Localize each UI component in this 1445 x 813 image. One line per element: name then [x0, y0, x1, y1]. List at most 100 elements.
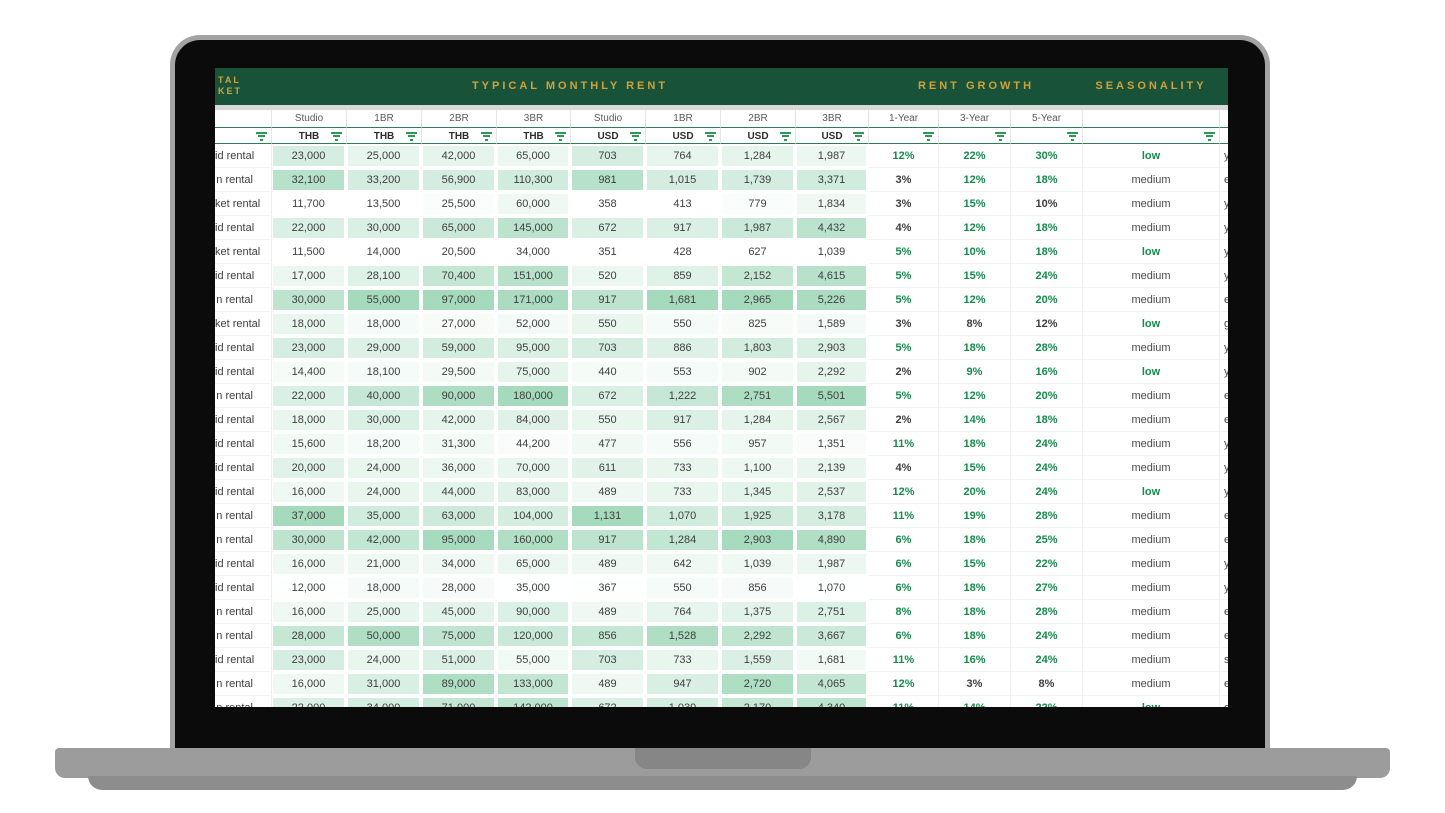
- filter-funnel-icon[interactable]: [923, 132, 934, 141]
- growth-value-cell[interactable]: 3%: [869, 168, 939, 192]
- growth-value-cell[interactable]: 20%: [1011, 288, 1083, 312]
- rent-value-cell[interactable]: 981: [571, 168, 646, 192]
- rent-value-cell[interactable]: 18,000: [347, 576, 422, 600]
- row-label-cell[interactable]: ket rental: [215, 312, 272, 336]
- growth-value-cell[interactable]: 11%: [869, 648, 939, 672]
- rent-value-cell[interactable]: 553: [646, 360, 721, 384]
- rent-value-cell[interactable]: 28,100: [347, 264, 422, 288]
- rent-value-cell[interactable]: 428: [646, 240, 721, 264]
- growth-value-cell[interactable]: 18%: [939, 528, 1011, 552]
- rent-value-cell[interactable]: 97,000: [422, 288, 497, 312]
- rent-value-cell[interactable]: 95,000: [497, 336, 571, 360]
- rent-value-cell[interactable]: 902: [721, 360, 796, 384]
- rent-value-cell[interactable]: 1,739: [721, 168, 796, 192]
- row-label-cell[interactable]: n rental: [215, 528, 272, 552]
- rent-value-cell[interactable]: 16,000: [272, 480, 347, 504]
- seasonality-cell[interactable]: medium: [1083, 192, 1220, 216]
- seasonality-cell[interactable]: medium: [1083, 216, 1220, 240]
- rent-value-cell[interactable]: 30,000: [272, 288, 347, 312]
- column-header-cell[interactable]: 3-Year: [939, 110, 1011, 127]
- clipped-column-cell[interactable]: e: [1220, 624, 1228, 648]
- rent-value-cell[interactable]: 83,000: [497, 480, 571, 504]
- row-label-cell[interactable]: id rental: [215, 216, 272, 240]
- row-label-cell[interactable]: ket rental: [215, 192, 272, 216]
- rent-value-cell[interactable]: 703: [571, 144, 646, 168]
- growth-value-cell[interactable]: 11%: [869, 504, 939, 528]
- rent-value-cell[interactable]: 642: [646, 552, 721, 576]
- rent-value-cell[interactable]: 358: [571, 192, 646, 216]
- currency-header-cell[interactable]: THB: [347, 127, 422, 144]
- rent-value-cell[interactable]: 856: [571, 624, 646, 648]
- rent-value-cell[interactable]: 44,200: [497, 432, 571, 456]
- rent-value-cell[interactable]: 28,000: [272, 624, 347, 648]
- rent-value-cell[interactable]: 1,987: [796, 552, 869, 576]
- rent-value-cell[interactable]: 1,351: [796, 432, 869, 456]
- rent-value-cell[interactable]: 33,200: [347, 168, 422, 192]
- growth-value-cell[interactable]: 9%: [939, 360, 1011, 384]
- rent-value-cell[interactable]: 18,100: [347, 360, 422, 384]
- rent-value-cell[interactable]: 550: [646, 312, 721, 336]
- rent-value-cell[interactable]: 3,371: [796, 168, 869, 192]
- rent-value-cell[interactable]: 4,432: [796, 216, 869, 240]
- rent-value-cell[interactable]: 31,000: [347, 672, 422, 696]
- filter-funnel-icon[interactable]: [1067, 132, 1078, 141]
- rent-value-cell[interactable]: 1,528: [646, 624, 721, 648]
- growth-value-cell[interactable]: 4%: [869, 216, 939, 240]
- rent-value-cell[interactable]: 825: [721, 312, 796, 336]
- rent-value-cell[interactable]: 63,000: [422, 504, 497, 528]
- rent-value-cell[interactable]: 2,903: [721, 528, 796, 552]
- rent-value-cell[interactable]: 917: [571, 528, 646, 552]
- growth-value-cell[interactable]: 18%: [939, 336, 1011, 360]
- rent-value-cell[interactable]: 2,537: [796, 480, 869, 504]
- rent-value-cell[interactable]: 886: [646, 336, 721, 360]
- rent-value-cell[interactable]: 145,000: [497, 216, 571, 240]
- growth-value-cell[interactable]: 12%: [939, 384, 1011, 408]
- rent-value-cell[interactable]: 29,500: [422, 360, 497, 384]
- column-header-cell[interactable]: 1BR: [347, 110, 422, 127]
- row-label-cell[interactable]: id rental: [215, 432, 272, 456]
- row-label-cell[interactable]: n rental: [215, 600, 272, 624]
- row-label-cell[interactable]: n rental: [215, 672, 272, 696]
- rent-value-cell[interactable]: 35,000: [347, 504, 422, 528]
- rent-value-cell[interactable]: 703: [571, 336, 646, 360]
- rent-value-cell[interactable]: 16,000: [272, 552, 347, 576]
- rent-value-cell[interactable]: 1,345: [721, 480, 796, 504]
- rent-value-cell[interactable]: 21,000: [347, 552, 422, 576]
- currency-header-cell[interactable]: USD: [571, 127, 646, 144]
- clipped-column-cell[interactable]: y: [1220, 576, 1228, 600]
- growth-value-cell[interactable]: 15%: [939, 456, 1011, 480]
- row-label-cell[interactable]: id rental: [215, 336, 272, 360]
- rent-value-cell[interactable]: 2,139: [796, 456, 869, 480]
- clipped-column-cell[interactable]: y: [1220, 336, 1228, 360]
- column-header-cell[interactable]: 2BR: [422, 110, 497, 127]
- rent-value-cell[interactable]: 917: [646, 216, 721, 240]
- seasonality-filter-cell[interactable]: [1083, 127, 1220, 144]
- rent-value-cell[interactable]: 23,000: [272, 648, 347, 672]
- rent-value-cell[interactable]: 31,300: [422, 432, 497, 456]
- rent-value-cell[interactable]: 550: [571, 408, 646, 432]
- rent-value-cell[interactable]: 5,501: [796, 384, 869, 408]
- rent-value-cell[interactable]: 1,559: [721, 648, 796, 672]
- growth-value-cell[interactable]: 12%: [869, 672, 939, 696]
- seasonality-cell[interactable]: medium: [1083, 576, 1220, 600]
- rent-value-cell[interactable]: 764: [646, 144, 721, 168]
- row-label-cell[interactable]: id rental: [215, 456, 272, 480]
- rent-value-cell[interactable]: 4,890: [796, 528, 869, 552]
- clipped-column-cell[interactable]: s: [1220, 648, 1228, 672]
- seasonality-cell[interactable]: low: [1083, 144, 1220, 168]
- seasonality-cell[interactable]: low: [1083, 240, 1220, 264]
- rent-value-cell[interactable]: 3,667: [796, 624, 869, 648]
- rent-value-cell[interactable]: 1,070: [646, 504, 721, 528]
- column-header-cell[interactable]: 3BR: [796, 110, 869, 127]
- rent-value-cell[interactable]: 1,681: [646, 288, 721, 312]
- rent-value-cell[interactable]: 489: [571, 672, 646, 696]
- rent-value-cell[interactable]: 17,000: [272, 264, 347, 288]
- row-label-cell[interactable]: id rental: [215, 360, 272, 384]
- rent-value-cell[interactable]: 60,000: [497, 192, 571, 216]
- growth-value-cell[interactable]: 28%: [1011, 504, 1083, 528]
- rent-value-cell[interactable]: 1,222: [646, 384, 721, 408]
- growth-value-cell[interactable]: 28%: [1011, 600, 1083, 624]
- clipped-column-cell[interactable]: y: [1220, 216, 1228, 240]
- rent-value-cell[interactable]: 520: [571, 264, 646, 288]
- rent-value-cell[interactable]: 2,292: [721, 624, 796, 648]
